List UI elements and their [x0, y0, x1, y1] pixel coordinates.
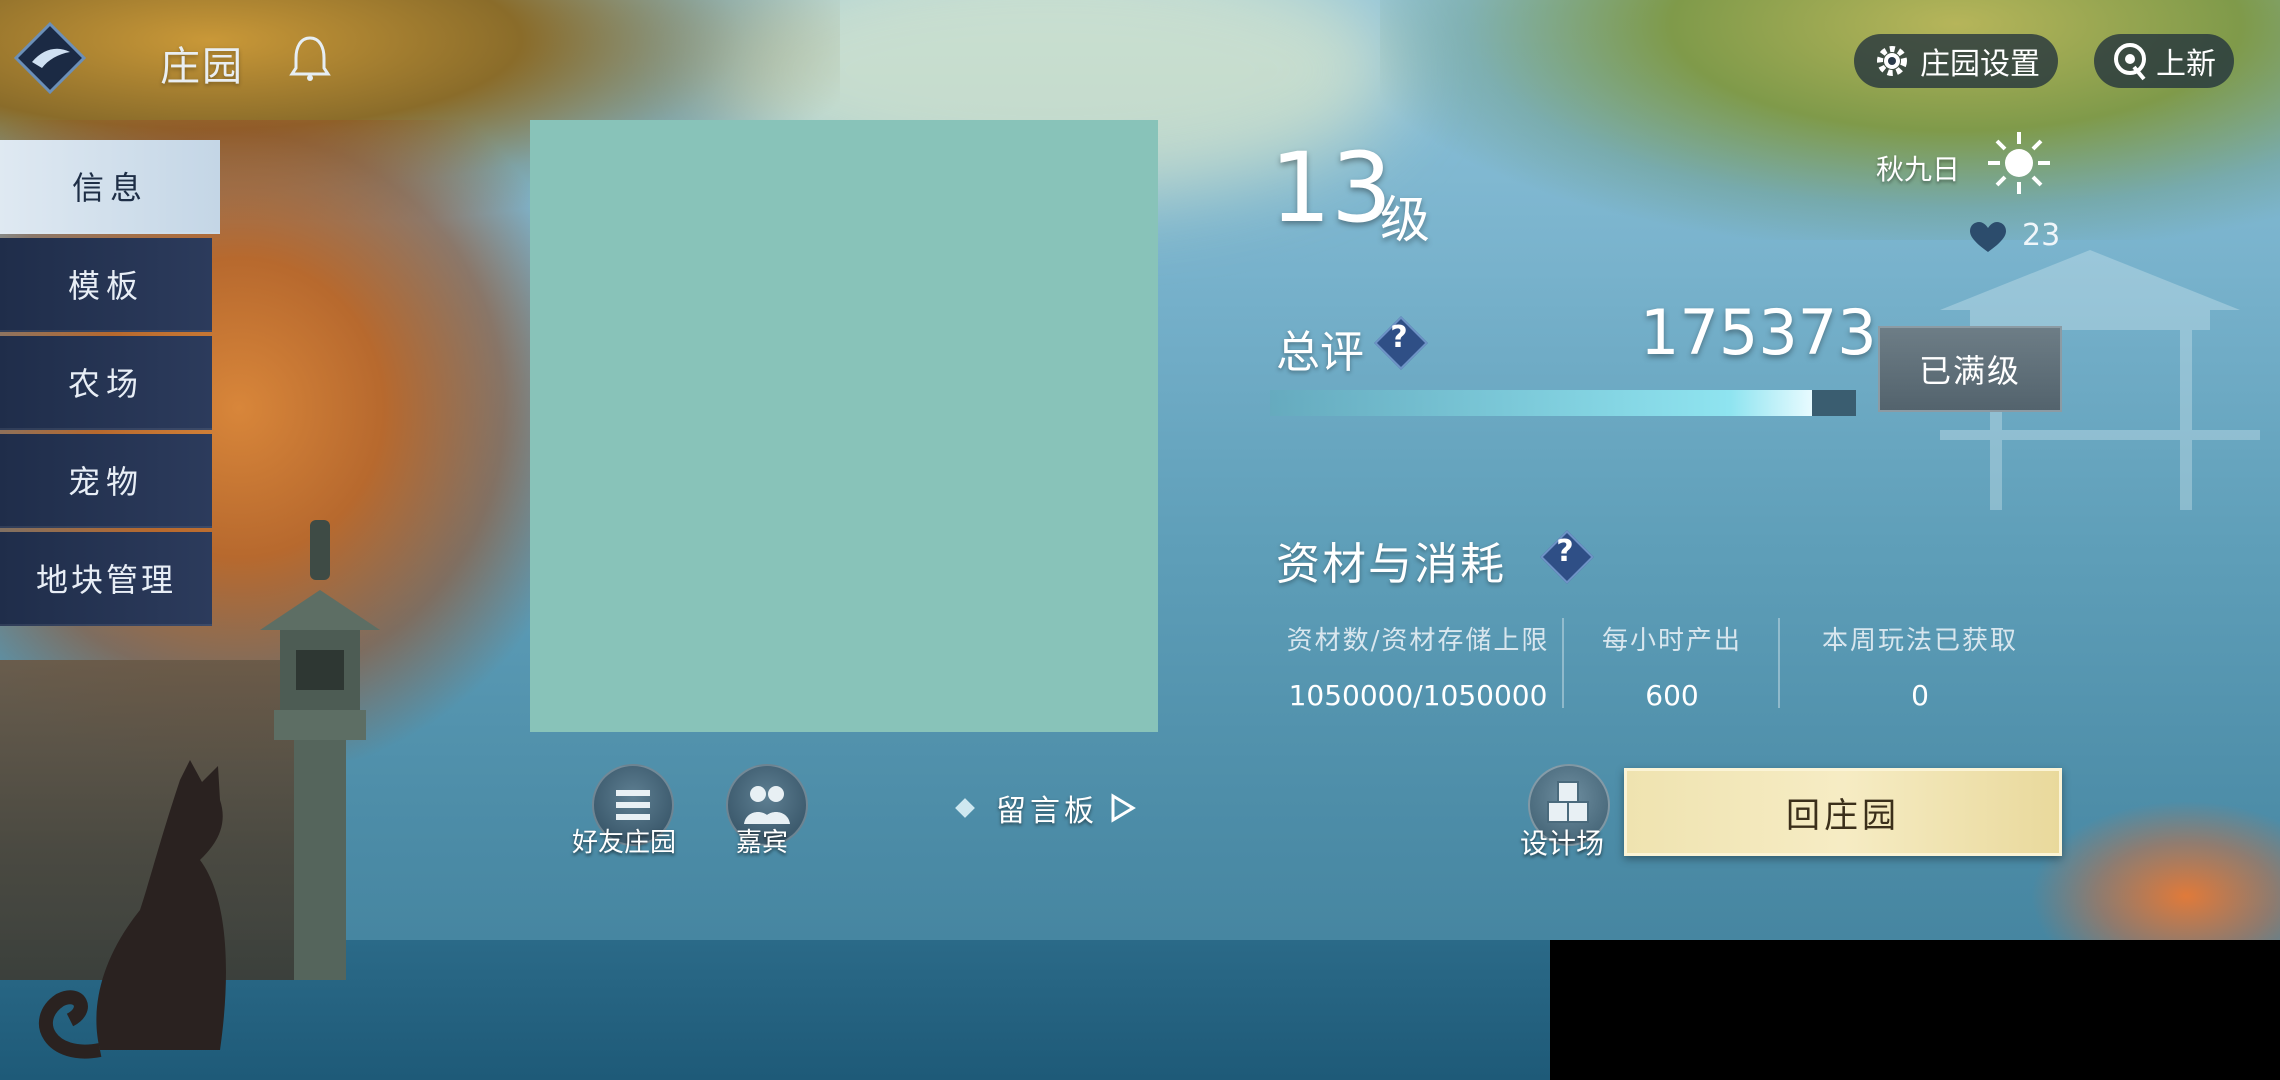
friends-manor-label: 好友庄园	[572, 828, 677, 858]
score-progress-cap	[1812, 390, 1856, 416]
return-to-manor-button[interactable]: 回庄园	[1624, 768, 2062, 856]
manor-level-unit: 级	[1380, 191, 1430, 249]
heart-icon	[1970, 222, 2006, 252]
hourly-output-column: 每小时产出 600	[1574, 620, 1770, 712]
sidebar-item-label: 宠物	[67, 463, 144, 501]
sidebar-item-label: 地块管理	[35, 561, 176, 599]
message-board-button[interactable]: 留言板	[955, 786, 1136, 830]
sidebar-item-pets[interactable]: 宠物	[0, 434, 212, 528]
guests-label: 嘉宾	[736, 828, 789, 858]
autumn-leaves-bottom-right	[2030, 800, 2280, 960]
score-value: 175373	[1640, 296, 1877, 369]
design-field-label: 设计场	[1520, 827, 1605, 860]
column-divider	[1562, 618, 1564, 708]
column-divider	[1778, 618, 1780, 708]
score-progress-bar	[1270, 390, 1856, 416]
resource-value: 0	[1911, 679, 1929, 712]
page-title: 庄园	[160, 44, 244, 90]
resource-value: 1050000/1050000	[1288, 679, 1548, 712]
cat-silhouette	[38, 760, 226, 1059]
diamond-emblem-icon[interactable]	[14, 22, 86, 94]
new-arrivals-button[interactable]: 上新	[2094, 34, 2234, 88]
help-glyph: ?	[1390, 320, 1408, 355]
manor-settings-label: 庄园设置	[1920, 47, 2040, 82]
sun-icon	[1988, 132, 2050, 194]
score-label: 总评	[1276, 327, 1364, 378]
sidebar-item-template[interactable]: 模板	[0, 238, 212, 332]
gear-icon	[1877, 46, 1907, 76]
bell-icon[interactable]	[288, 34, 332, 82]
sidebar-item-info[interactable]: 信息	[0, 140, 220, 234]
resource-stock-column: 资材数/资材存储上限 1050000/1050000	[1276, 620, 1560, 712]
resource-header: 每小时产出	[1601, 626, 1742, 656]
manor-settings-button[interactable]: 庄园设置	[1854, 34, 2058, 88]
sidebar-item-label: 模板	[67, 267, 144, 305]
play-arrow-icon	[1111, 793, 1136, 823]
manor-screen: 庄园 信息 模板 农场 宠物 地块管理 好友庄园 嘉宾 留言板 庄园设置 上新 …	[0, 0, 2280, 1080]
sidebar-item-farm[interactable]: 农场	[0, 336, 212, 430]
diamond-bullet-icon	[955, 798, 975, 818]
manor-preview-image	[530, 120, 1158, 732]
blank-region	[1550, 940, 2280, 1080]
resource-header: 资材数/资材存储上限	[1286, 626, 1550, 656]
likes-count: 23	[2022, 218, 2061, 253]
season-date: 秋九日	[1876, 153, 1961, 186]
new-arrivals-label: 上新	[2156, 47, 2216, 82]
sidebar-item-label: 农场	[67, 365, 144, 403]
score-progress-fill	[1270, 390, 1812, 416]
score-help-icon[interactable]: ?	[1374, 316, 1428, 370]
resources-title: 资材与消耗	[1276, 539, 1506, 590]
help-glyph: ?	[1556, 534, 1574, 569]
new-arrivals-icon	[2114, 43, 2146, 81]
sidebar-item-plot-management[interactable]: 地块管理	[0, 532, 212, 626]
resource-value: 600	[1645, 679, 1699, 712]
resource-header: 本周玩法已获取	[1821, 626, 2018, 656]
message-board-label: 留言板	[996, 794, 1098, 829]
sidebar: 信息 模板 农场 宠物 地块管理	[0, 140, 220, 630]
weekly-gain-column: 本周玩法已获取 0	[1790, 620, 2050, 712]
resources-help-icon[interactable]: ?	[1540, 530, 1594, 584]
sidebar-item-label: 信息	[71, 169, 148, 207]
max-level-button[interactable]: 已满级	[1878, 326, 2062, 412]
manor-level: 13	[1270, 132, 1393, 244]
